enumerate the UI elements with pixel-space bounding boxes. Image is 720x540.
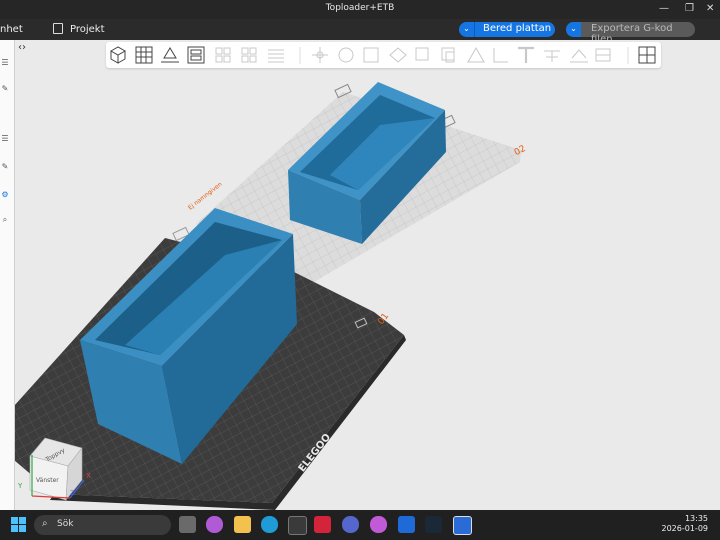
store-icon[interactable] [288,516,307,535]
steam-icon[interactable] [425,516,442,533]
model-box-2[interactable] [288,82,446,244]
split-objects-icon[interactable] [215,47,231,63]
slice-plate-button[interactable]: ⌄ Bered plattan [459,22,555,37]
rotate-icon[interactable] [338,47,354,63]
cut-icon[interactable] [415,47,429,61]
axis-z-label: Z [70,490,74,497]
seam-paint-icon[interactable] [493,48,508,63]
chevron-down-icon[interactable]: ⌄ [566,22,581,37]
edit-icon[interactable]: ✎ [0,162,10,171]
3d-viewport[interactable]: 02 Ej namngiven 01 ELEGOO Toppvy Vänster… [14,40,720,510]
task-view-icon[interactable] [179,516,196,533]
split-parts-icon[interactable] [241,47,257,63]
copilot-icon[interactable] [206,516,223,533]
mesh-boolean-icon[interactable] [441,47,455,63]
settings-icon[interactable]: ☰ [0,58,10,67]
restore-icon[interactable]: ❐ [685,3,694,14]
menu-item-project[interactable]: Projekt [70,24,105,35]
assembly-icon[interactable] [595,48,611,62]
auto-orient-icon[interactable] [161,47,179,63]
clock-date: 2026-01-09 [661,524,709,533]
toolbar-icons [109,46,656,64]
collapse-panel-icon[interactable]: ‹› [18,42,26,53]
plate-settings-icon[interactable]: ⚙ [0,190,10,199]
edge-icon[interactable] [261,516,278,533]
mail-icon[interactable] [398,516,415,533]
axis-y-label: Y [17,482,23,490]
minimize-icon[interactable]: — [659,3,669,14]
slicer-app-icon[interactable] [453,516,472,535]
color-paint-icon[interactable] [570,49,588,63]
file-explorer-icon[interactable] [234,516,251,533]
layers-icon[interactable] [268,49,284,63]
search-icon[interactable]: ⌕ [0,215,10,225]
add-plate-icon[interactable] [135,46,153,64]
text-icon[interactable] [518,46,534,63]
measure-icon[interactable] [544,50,560,62]
windows-start-icon[interactable] [11,517,27,533]
menu-item-left[interactable]: nhet [0,24,23,35]
edit-icon[interactable]: ✎ [0,84,10,93]
taskbar: ⌕ Sök 13:35 2026-01-09 [0,510,720,540]
search-icon: ⌕ [42,518,48,529]
view-cube-front-label: Vänster [36,477,59,484]
chevron-down-icon[interactable]: ⌄ [459,22,475,37]
sliders-icon[interactable]: ☰ [0,134,10,143]
app-icon-2[interactable] [370,516,387,533]
clock-time: 13:35 [684,514,708,523]
search-label: Sök [57,519,74,529]
title-bar: Toploader+ETB — ❐ ✕ [0,0,720,19]
move-icon[interactable] [312,47,328,63]
scale-icon[interactable] [363,47,379,63]
export-gcode-button[interactable]: ⌄ Exportera G-kod filen [566,22,695,45]
app-icon-1[interactable] [342,516,359,533]
scene-canvas[interactable]: 02 Ej namngiven 01 ELEGOO Toppvy Vänster… [14,40,720,510]
system-clock[interactable]: 13:35 2026-01-09 [662,514,709,534]
lay-on-face-icon[interactable] [389,47,407,63]
axis-x-label: X [86,472,91,480]
toolbar [106,42,661,68]
project-icon [53,23,63,34]
taskbar-search[interactable]: ⌕ Sök [34,515,171,535]
left-panel: ☰ ✎ ☰ ✎ ⚙ ⌕ [0,40,15,510]
mcafee-icon[interactable] [314,516,331,533]
add-object-icon[interactable] [109,46,127,64]
arrange-icon[interactable] [187,46,205,64]
support-paint-icon[interactable] [467,46,485,63]
slice-plate-label: Bered plattan [483,23,552,34]
close-icon[interactable]: ✕ [706,3,714,14]
window-title: Toploader+ETB [325,3,395,13]
puzzle-icon[interactable] [638,46,656,64]
